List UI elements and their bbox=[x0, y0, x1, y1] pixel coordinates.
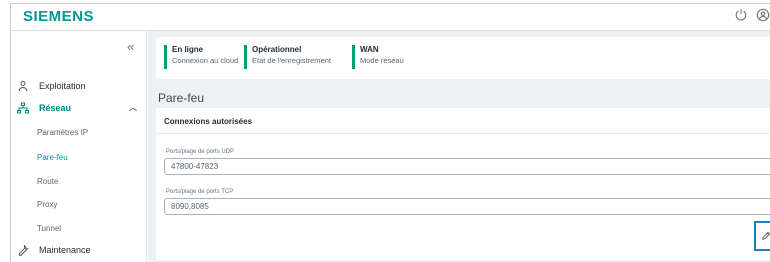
pencil-icon bbox=[761, 231, 770, 241]
status-online: En ligne Connexion au cloud bbox=[164, 45, 238, 69]
collapse-sidebar-button[interactable]: « bbox=[127, 40, 134, 54]
wrench-icon bbox=[17, 244, 29, 256]
user-icon[interactable] bbox=[756, 8, 770, 22]
sidebar-subitem-tunnel[interactable]: Tunnel bbox=[37, 224, 61, 233]
allowed-connections-panel: Connexions autorisées Ports/plage de por… bbox=[156, 108, 770, 260]
sidebar-item-exploitation[interactable]: Exploitation bbox=[11, 75, 147, 97]
status-bar: En ligne Connexion au cloud Opérationnel… bbox=[156, 37, 770, 79]
sidebar-subitem-proxy[interactable]: Proxy bbox=[37, 200, 57, 209]
udp-ports-field[interactable]: 47800-47823 bbox=[164, 158, 770, 175]
udp-ports-label: Ports/plage de ports UDP bbox=[166, 149, 235, 155]
main-content: En ligne Connexion au cloud Opérationnel… bbox=[148, 31, 770, 262]
page-title: Pare-feu bbox=[158, 91, 205, 105]
sidebar-item-label: Maintenance bbox=[39, 245, 91, 255]
power-icon[interactable] bbox=[734, 8, 748, 22]
app-frame: SIEMENS « Exploitation Réseau ︿ Paramètr… bbox=[10, 3, 770, 262]
siemens-logo[interactable]: SIEMENS bbox=[23, 8, 94, 25]
sidebar-item-label: Exploitation bbox=[39, 81, 86, 91]
exploitation-icon bbox=[17, 80, 29, 92]
top-header: SIEMENS bbox=[11, 4, 770, 31]
panel-title: Connexions autorisées bbox=[164, 117, 253, 126]
chevron-up-icon[interactable]: ︿ bbox=[129, 102, 137, 113]
tcp-ports-label: Ports/plage de ports TCP bbox=[166, 189, 234, 195]
sidebar-item-network[interactable]: Réseau ︿ bbox=[11, 97, 147, 119]
edit-button[interactable] bbox=[754, 221, 770, 251]
tcp-ports-field[interactable]: 8090,8085 bbox=[164, 198, 770, 215]
sidebar-subitem-firewall[interactable]: Pare-feu bbox=[37, 153, 68, 162]
sidebar-subitem-route[interactable]: Route bbox=[37, 177, 58, 186]
divider bbox=[156, 133, 770, 134]
status-network-mode: WAN Mode réseau bbox=[352, 45, 404, 69]
sidebar-item-label: Réseau bbox=[39, 103, 72, 113]
sidebar-item-maintenance[interactable]: Maintenance bbox=[11, 239, 147, 261]
sidebar: « Exploitation Réseau ︿ Paramètres IP Pa… bbox=[11, 31, 147, 262]
status-registration: Opérationnel Etat de l'enregistrement bbox=[244, 45, 331, 69]
network-icon bbox=[17, 102, 29, 114]
sidebar-subitem-ip-settings[interactable]: Paramètres IP bbox=[37, 128, 88, 137]
